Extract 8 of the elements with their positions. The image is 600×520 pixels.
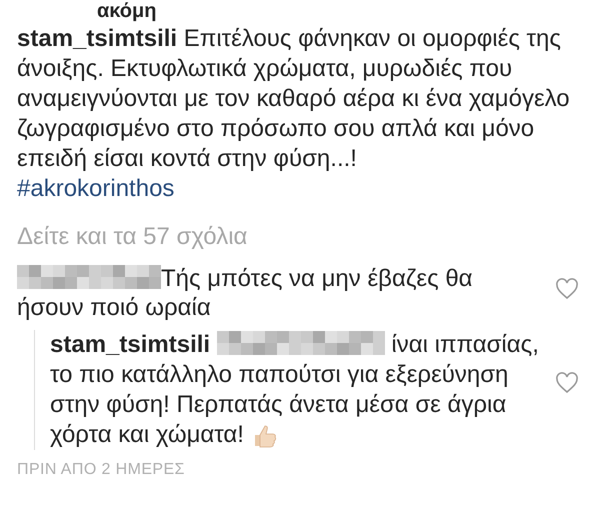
comment-text: Τής μπότες να μην έβαζες θα ήσουν ποιό ωραία bbox=[17, 264, 474, 322]
heart-icon[interactable] bbox=[555, 278, 579, 300]
caption-author-fragment: ακόμη bbox=[97, 0, 156, 22]
post-caption: stam_tsimtsili Επιτέλους φάνηκαν οι ομορφιές της άνοιξης. Εκτυφλωτικά χρώματα, μυρωδιές που αναμειγνύονται με τον καθαρό αέρα κι ένα χαμόγελο ζωγραφισμένο στο πρόσωπο σου απλά και μόνο επειδή είσαι κοντά στην φύση...! bbox=[17, 24, 571, 174]
hashtag-link[interactable]: #akrokorinthos bbox=[17, 174, 174, 204]
heart-icon[interactable] bbox=[555, 372, 579, 394]
reply-comment: stam_tsimtsili ίναι ιππασίας, το πιο κατάλληλο παπούτσι για εξερεύνηση στην φύση! Περπατάς άνετα μέσα σε άγρια χόρτα και χώματα! bbox=[34, 330, 542, 450]
comment-timestamp: ΠΡΙΝ ΑΠΟ 2 ΗΜΕΡΕΣ bbox=[17, 460, 185, 480]
